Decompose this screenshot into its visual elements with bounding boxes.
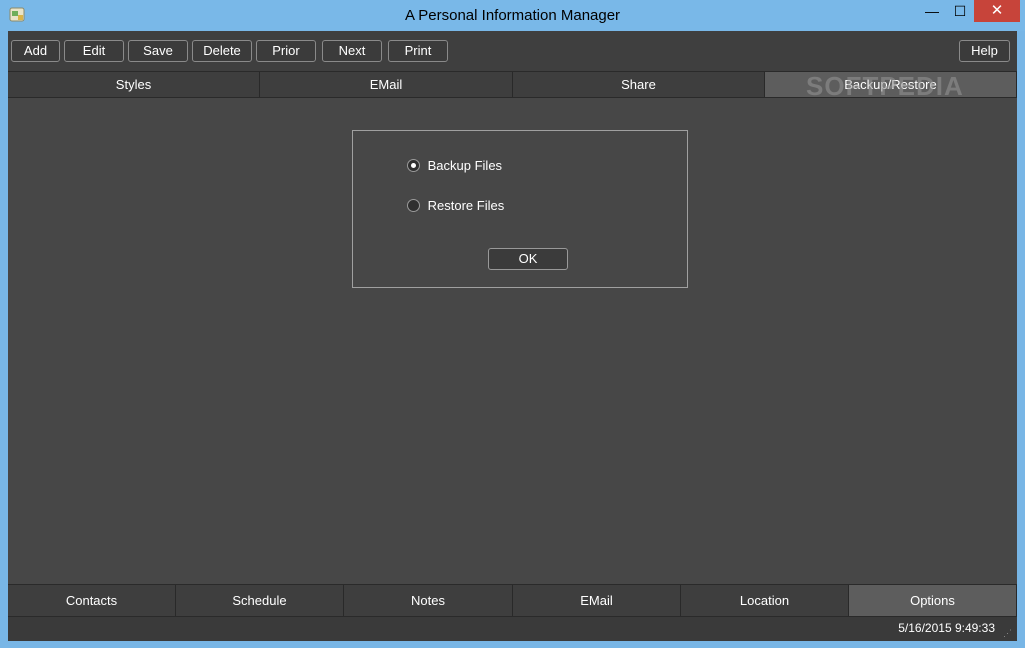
backup-files-option[interactable]: Backup Files <box>407 157 502 175</box>
status-datetime: 5/16/2015 9:49:33 <box>898 621 995 635</box>
restore-radio[interactable] <box>407 199 420 212</box>
resize-grip-icon[interactable]: ⋰ <box>1003 628 1013 638</box>
tab-contacts[interactable]: Contacts <box>8 585 176 616</box>
next-button[interactable]: Next <box>322 40 382 62</box>
status-bar: 5/16/2015 9:49:33 ⋰ <box>8 616 1017 641</box>
tab-email[interactable]: EMail <box>260 72 513 97</box>
print-button[interactable]: Print <box>388 40 448 62</box>
tab-bottom-email[interactable]: EMail <box>513 585 681 616</box>
app-window: A Personal Information Manager — ☐ ✕ Add… <box>0 0 1025 648</box>
add-button[interactable]: Add <box>11 40 60 62</box>
softpedia-watermark: SOFTPEDIA <box>806 71 964 101</box>
maximize-button[interactable]: ☐ <box>946 0 974 22</box>
restore-files-label: Restore Files <box>427 198 505 213</box>
tab-notes[interactable]: Notes <box>344 585 513 616</box>
backup-restore-dialog: Backup Files Restore Files OK <box>352 130 688 288</box>
backup-radio[interactable] <box>407 159 420 172</box>
title-bar[interactable]: A Personal Information Manager — ☐ ✕ <box>0 0 1025 31</box>
tab-schedule[interactable]: Schedule <box>176 585 344 616</box>
backup-files-label: Backup Files <box>427 158 503 173</box>
window-title: A Personal Information Manager <box>404 7 621 24</box>
restore-files-option[interactable]: Restore Files <box>407 197 504 215</box>
tab-share[interactable]: Share <box>513 72 765 97</box>
toolbar: Add Edit Save Delete Prior Next Print He… <box>8 31 1017 72</box>
tab-options[interactable]: Options <box>849 585 1017 616</box>
edit-button[interactable]: Edit <box>64 40 124 62</box>
ok-button[interactable]: OK <box>488 248 568 270</box>
tab-location[interactable]: Location <box>681 585 849 616</box>
delete-button[interactable]: Delete <box>192 40 252 62</box>
prior-button[interactable]: Prior <box>256 40 316 62</box>
tab-styles[interactable]: Styles <box>8 72 260 97</box>
save-button[interactable]: Save <box>128 40 188 62</box>
help-button[interactable]: Help <box>959 40 1010 62</box>
minimize-button[interactable]: — <box>916 0 948 22</box>
close-button[interactable]: ✕ <box>974 0 1020 22</box>
client-area: Add Edit Save Delete Prior Next Print He… <box>8 31 1017 641</box>
backup-restore-panel: Backup Files Restore Files OK <box>8 98 1017 584</box>
bottom-tab-strip: Contacts Schedule Notes EMail Location O… <box>8 584 1017 616</box>
